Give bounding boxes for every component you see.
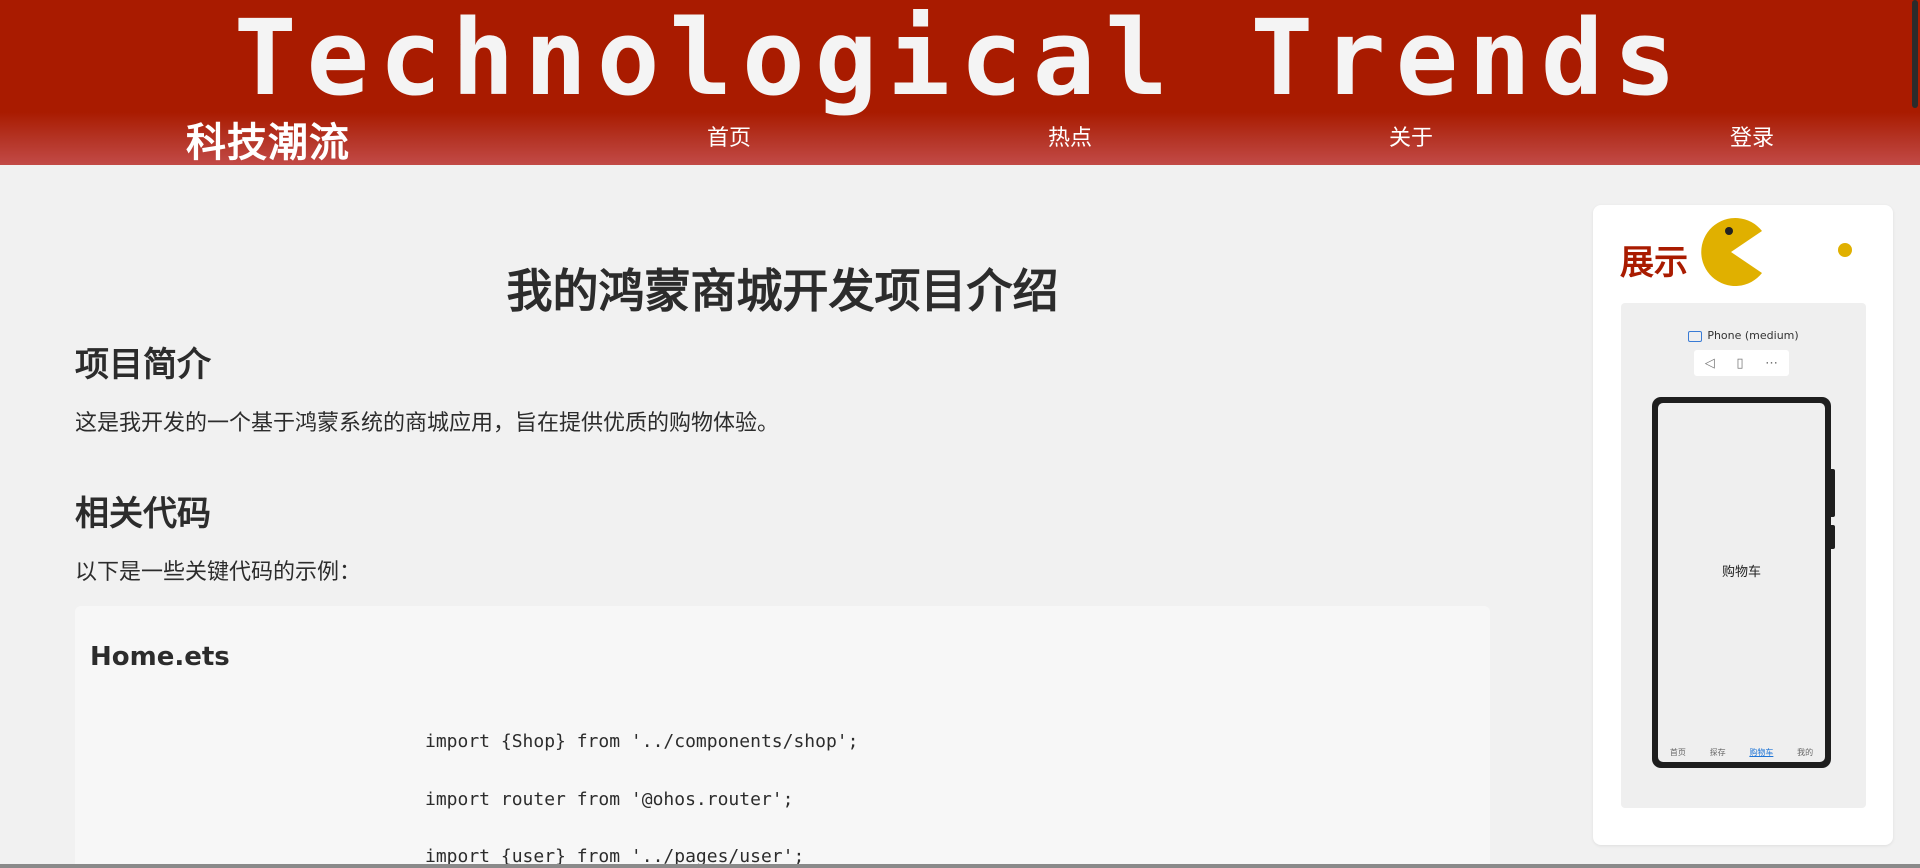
back-icon[interactable]: ◁ <box>1705 356 1715 371</box>
brand-title: Technological Trends <box>233 0 1687 119</box>
showcase-title: 展示 <box>1620 243 1688 283</box>
device-icon <box>1688 330 1703 342</box>
screen-label: 购物车 <box>1721 565 1761 580</box>
showcase-card: 展示 Phone (medium) ◁ ▯ ⋯ 购物车 首页 探存 购物车 我的 <box>1593 205 1893 845</box>
phone-tab-explore[interactable]: 探存 <box>1710 747 1726 758</box>
page-title: 我的鸿蒙商城开发项目介绍 <box>506 264 1059 318</box>
site-header: Technological Trends 科技潮流 首页 热点 关于 登录 <box>0 0 1920 168</box>
code-line: import {Shop} from '../components/shop'; <box>425 731 859 752</box>
nav-home[interactable]: 首页 <box>707 120 751 152</box>
phone-frame: 购物车 首页 探存 购物车 我的 <box>1652 397 1835 768</box>
section-text-intro: 这是我开发的一个基于鸿蒙系统的商城应用，旨在提供优质的购物体验。 <box>75 411 780 436</box>
section-text-code: 以下是一些关键代码的示例： <box>75 560 362 585</box>
section-heading-code: 相关代码 <box>75 494 211 534</box>
section-heading-intro: 项目简介 <box>75 345 211 385</box>
phone-side-button <box>1831 469 1835 517</box>
device-preview: Phone (medium) ◁ ▯ ⋯ 购物车 首页 探存 购物车 我的 <box>1621 303 1866 808</box>
page-scrollbar[interactable] <box>1912 0 1918 108</box>
phone-screen: 购物车 首页 探存 购物车 我的 <box>1658 403 1825 762</box>
phone-tab-mine[interactable]: 我的 <box>1797 747 1813 758</box>
rotate-icon[interactable]: ▯ <box>1736 356 1743 371</box>
device-label[interactable]: Phone (medium) <box>1621 329 1866 342</box>
more-icon[interactable]: ⋯ <box>1765 356 1778 371</box>
pellet-dot <box>1838 243 1852 257</box>
pacman-icon <box>1701 218 1762 286</box>
nav-login[interactable]: 登录 <box>1730 120 1774 152</box>
nav-about[interactable]: 关于 <box>1389 120 1433 152</box>
brand-logo-text[interactable]: 科技潮流 <box>186 110 350 168</box>
phone-tab-home[interactable]: 首页 <box>1670 747 1686 758</box>
code-file-name: Home.ets <box>90 642 230 672</box>
phone-side-button <box>1831 525 1835 549</box>
code-block: Home.ets import {Shop} from '../componen… <box>75 606 1490 868</box>
horizontal-scrollbar[interactable] <box>0 864 1920 868</box>
phone-tab-cart[interactable]: 购物车 <box>1749 747 1773 758</box>
article: 我的鸿蒙商城开发项目介绍 项目简介 这是我开发的一个基于鸿蒙系统的商城应用，旨在… <box>75 165 1490 868</box>
code-line: import router from '@ohos.router'; <box>425 789 794 810</box>
preview-toolbar: ◁ ▯ ⋯ <box>1694 350 1789 376</box>
nav-hot[interactable]: 热点 <box>1048 120 1092 152</box>
phone-tabbar: 首页 探存 购物车 我的 <box>1658 747 1825 758</box>
